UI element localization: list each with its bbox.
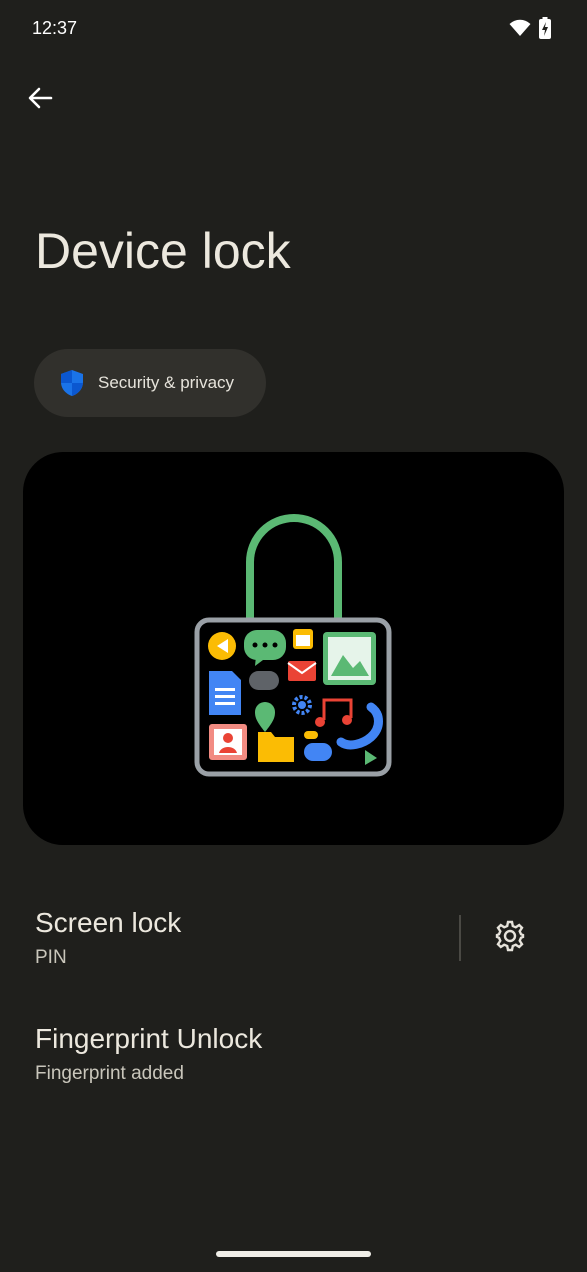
status-bar: 12:37 <box>0 0 587 58</box>
gear-icon <box>494 920 526 957</box>
fingerprint-unlock-row[interactable]: Fingerprint Unlock Fingerprint added <box>0 1012 587 1102</box>
fingerprint-unlock-summary: Fingerprint added <box>35 1063 184 1084</box>
screen-lock-settings-button[interactable] <box>488 916 532 960</box>
gesture-nav-handle[interactable] <box>216 1251 371 1257</box>
fingerprint-unlock-title: Fingerprint Unlock <box>35 1023 263 1054</box>
screen-lock-summary: PIN <box>35 947 67 968</box>
row-divider <box>459 915 461 961</box>
padlock-shackle <box>246 514 342 622</box>
chip-label: Security & privacy <box>98 373 235 392</box>
padlock-illustration <box>23 452 564 845</box>
status-icons <box>509 17 551 44</box>
arrow-left-icon <box>27 85 53 116</box>
wifi-icon <box>509 19 531 42</box>
page-title: Device lock <box>35 223 291 279</box>
security-privacy-chip[interactable]: Security & privacy <box>34 349 266 417</box>
back-button[interactable] <box>20 80 60 120</box>
battery-charging-icon <box>539 17 551 44</box>
status-time: 12:37 <box>32 18 78 38</box>
screen-lock-title: Screen lock <box>35 907 182 938</box>
shield-icon <box>60 369 84 397</box>
